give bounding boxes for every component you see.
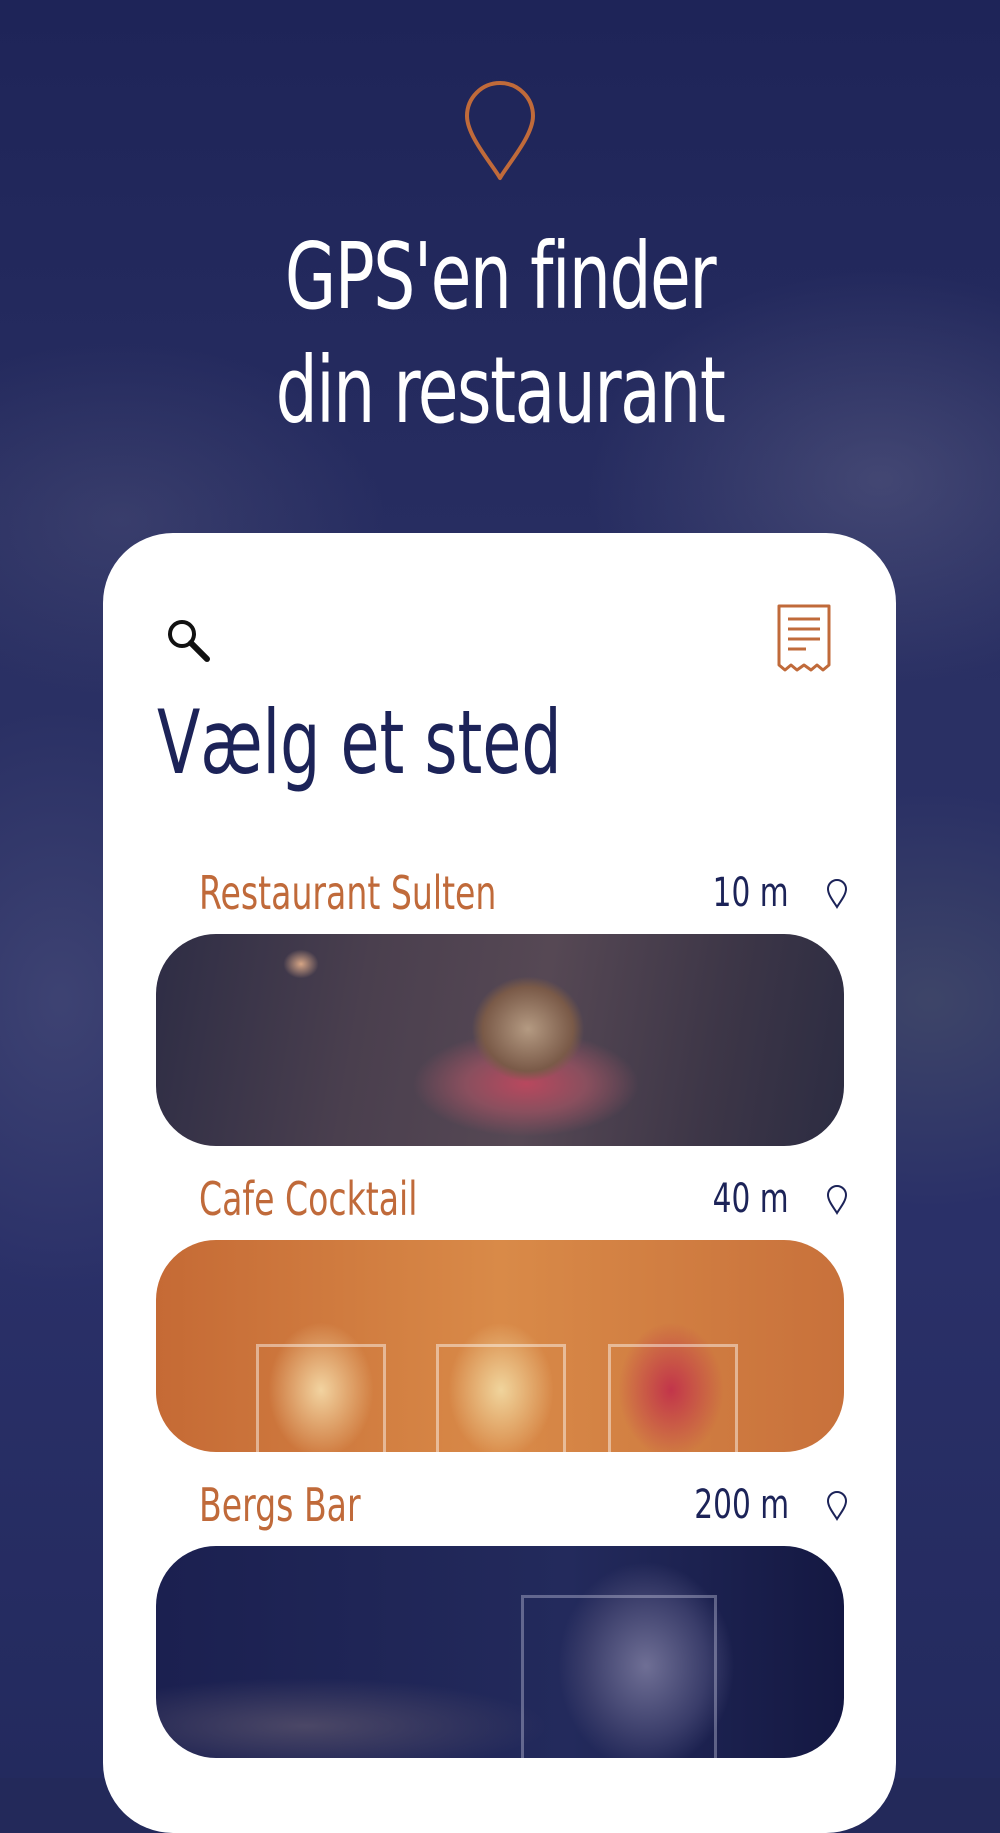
drink-glass	[521, 1595, 717, 1758]
place-name: Bergs Bar	[199, 1478, 361, 1532]
place-name: Restaurant Sulten	[199, 866, 497, 920]
page-title: Vælg et sted	[157, 691, 562, 794]
list-item[interactable]: Restaurant Sulten 10 m	[103, 863, 896, 923]
location-pin-icon	[465, 81, 535, 180]
place-image[interactable]	[156, 1240, 844, 1452]
search-icon[interactable]	[165, 617, 211, 663]
hero-title: GPS'en finder din restaurant	[140, 220, 860, 448]
hero-title-line-2: din restaurant	[275, 337, 726, 444]
hero-title-line-1: GPS'en finder	[284, 223, 717, 330]
place-image[interactable]	[156, 934, 844, 1146]
place-image[interactable]	[156, 1546, 844, 1758]
place-distance: 10 m	[713, 870, 789, 916]
place-distance: 200 m	[694, 1482, 789, 1528]
place-distance: 40 m	[713, 1176, 789, 1222]
location-pin-icon	[826, 1185, 848, 1215]
location-pin-icon	[826, 879, 848, 909]
location-pin-icon	[826, 1491, 848, 1521]
drink-glass	[436, 1344, 566, 1452]
place-picker-card: Vælg et sted Restaurant Sulten 10 m Cafe…	[103, 533, 896, 1833]
place-name: Cafe Cocktail	[199, 1172, 418, 1226]
drink-glass	[256, 1344, 386, 1452]
list-item[interactable]: Cafe Cocktail 40 m	[103, 1169, 896, 1229]
drink-glass	[608, 1344, 738, 1452]
list-item[interactable]: Bergs Bar 200 m	[103, 1475, 896, 1535]
receipt-icon[interactable]	[776, 603, 832, 673]
